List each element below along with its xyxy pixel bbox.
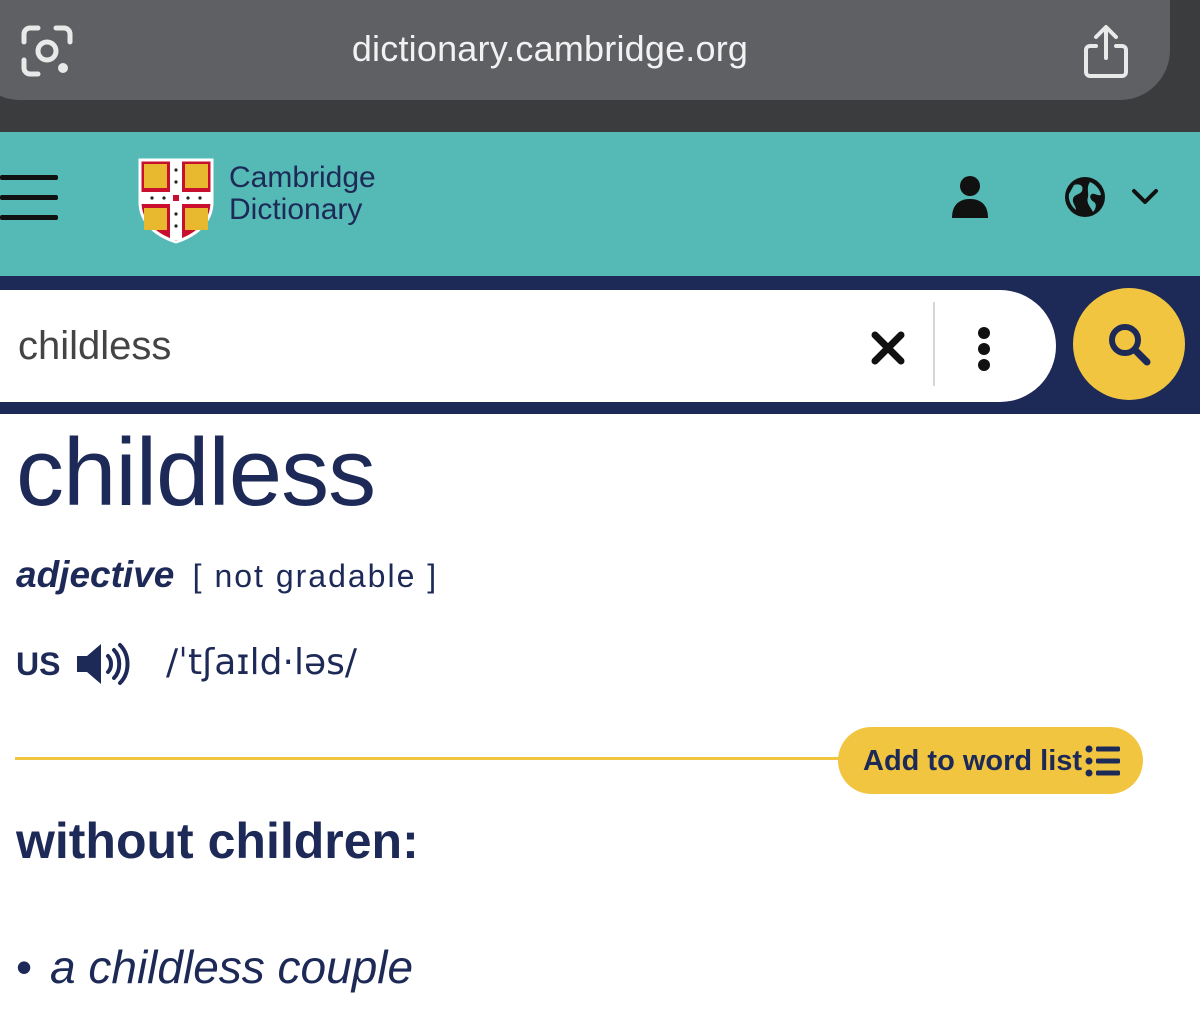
grammar-code[interactable]: [ not gradable ] (193, 558, 438, 594)
list-icon (1085, 745, 1121, 777)
browser-chrome: dictionary.cambridge.org (0, 0, 1200, 132)
headword: childless (16, 419, 376, 526)
cambridge-shield-logo[interactable] (138, 158, 214, 244)
search-icon (1109, 324, 1151, 366)
hamburger-icon[interactable] (0, 175, 62, 225)
close-icon[interactable] (870, 330, 906, 366)
site-header: Cambridge Dictionary (0, 132, 1200, 276)
globe-icon[interactable] (1064, 176, 1106, 218)
url-text[interactable]: dictionary.cambridge.org (0, 28, 1130, 70)
brand-name[interactable]: Cambridge Dictionary (229, 162, 376, 226)
definition: without children: (16, 813, 419, 869)
section-divider (15, 757, 845, 760)
search-input[interactable] (18, 320, 798, 372)
part-of-speech-line: adjective [ not gradable ] (16, 552, 438, 599)
user-icon[interactable] (950, 174, 990, 220)
search-box (0, 290, 1056, 402)
search-button[interactable] (1073, 288, 1185, 400)
example-text: a childless couple (50, 941, 414, 993)
add-to-word-list-label: Add to word list (863, 745, 1083, 777)
share-icon[interactable] (1078, 22, 1134, 82)
part-of-speech[interactable]: adjective (16, 554, 174, 595)
speaker-icon[interactable] (74, 640, 132, 688)
address-bar[interactable]: dictionary.cambridge.org (0, 0, 1170, 100)
add-to-word-list-button[interactable]: Add to word list (838, 727, 1143, 794)
ipa-transcription: /ˈtʃaɪld·ləs/ (166, 642, 358, 683)
brand-line-1: Cambridge (229, 161, 376, 194)
chevron-down-icon[interactable] (1130, 186, 1160, 208)
camera-search-icon[interactable] (18, 22, 76, 80)
pronunciation: US /ˈtʃaɪld·ləs/ (16, 636, 516, 692)
more-vertical-icon[interactable] (976, 326, 992, 372)
brand-line-2: Dictionary (229, 193, 363, 226)
region-label: US (16, 646, 61, 682)
search-bar (0, 276, 1200, 414)
bullet: • (16, 941, 33, 993)
divider (933, 302, 935, 386)
example-sentence: • a childless couple (16, 940, 413, 994)
